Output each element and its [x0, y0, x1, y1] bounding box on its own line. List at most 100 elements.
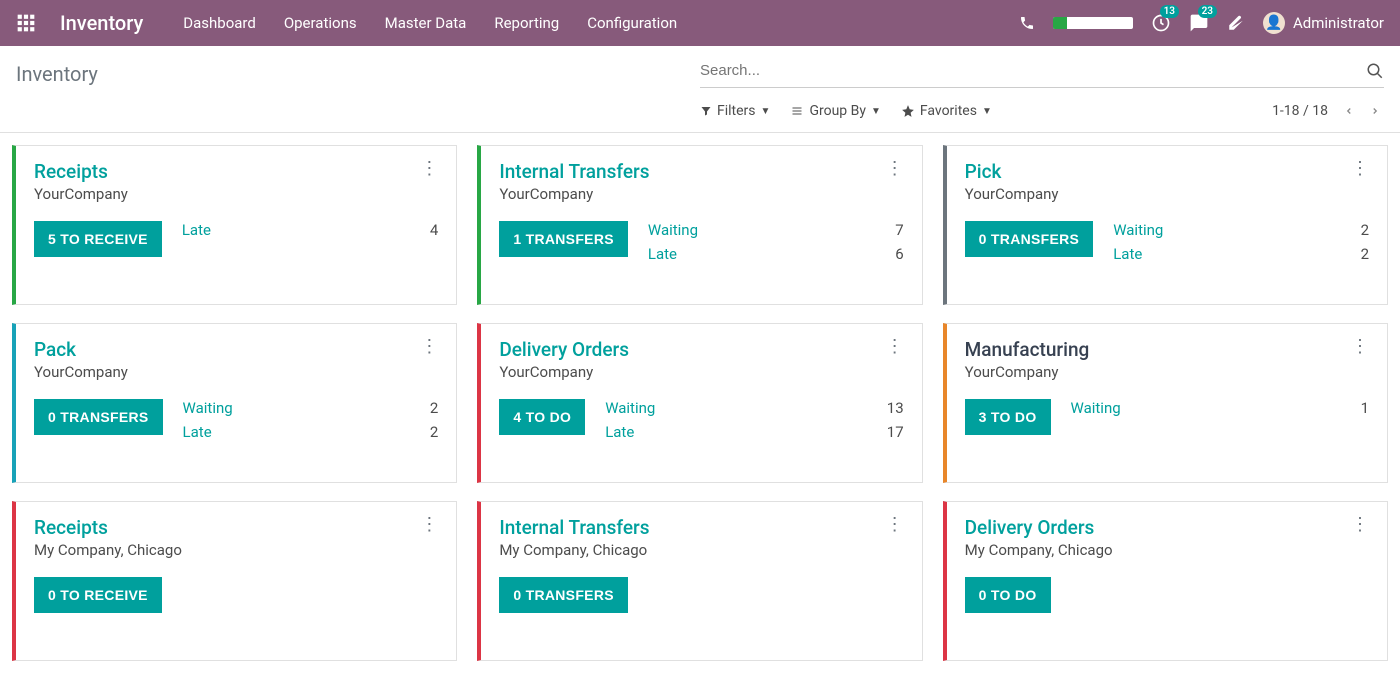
nav-item[interactable]: Reporting	[494, 14, 559, 32]
search-input[interactable]	[700, 56, 1366, 85]
kanban-card: Delivery Orders My Company, Chicago ⋮ 0 TO …	[943, 501, 1388, 661]
avatar-icon: 👤	[1263, 12, 1285, 34]
kanban-card: Pack YourCompany ⋮ 0 TRANSFERS Waiting2 Late2	[12, 323, 457, 483]
stat-value: 17	[880, 423, 904, 441]
kebab-icon[interactable]: ⋮	[1351, 160, 1369, 178]
card-company: YourCompany	[965, 363, 1090, 381]
activity-icon[interactable]: 13	[1151, 13, 1171, 33]
groupby-dropdown[interactable]: Group By ▼	[790, 103, 880, 119]
kebab-icon[interactable]: ⋮	[886, 338, 904, 356]
kebab-icon[interactable]: ⋮	[420, 160, 438, 178]
card-title[interactable]: Pack	[34, 338, 128, 361]
kanban-card: Manufacturing YourCompany ⋮ 3 TO DO Waiting 1	[943, 323, 1388, 483]
pager-next[interactable]	[1366, 100, 1384, 122]
card-action-button[interactable]: 4 TO DO	[499, 399, 585, 435]
stat-value: 2	[1345, 245, 1369, 263]
stat-value: 2	[1345, 221, 1369, 239]
card-title[interactable]: Delivery Orders	[965, 516, 1113, 539]
nav-item[interactable]: Dashboard	[183, 14, 256, 32]
card-action-button[interactable]: 1 TRANSFERS	[499, 221, 628, 257]
stat-label: Late	[648, 245, 677, 263]
card-title[interactable]: Delivery Orders	[499, 338, 629, 361]
filters-dropdown[interactable]: Filters ▼	[700, 103, 770, 119]
card-company: My Company, Chicago	[499, 541, 649, 559]
app-brand: Inventory	[60, 11, 143, 35]
card-stat-row[interactable]: Waiting 1	[1071, 399, 1369, 417]
list-icon	[790, 105, 804, 117]
card-stat-row[interactable]: Late 6	[648, 245, 904, 263]
card-stat-row[interactable]: Late2	[1113, 245, 1369, 263]
chevron-down-icon: ▼	[982, 106, 992, 117]
card-company: YourCompany	[499, 185, 649, 203]
card-action-button[interactable]: 0 TO DO	[965, 577, 1051, 613]
card-stat-row[interactable]: Waiting2	[183, 399, 439, 417]
card-company: My Company, Chicago	[34, 541, 182, 559]
card-company: YourCompany	[34, 363, 128, 381]
breadcrumb: Inventory	[16, 56, 98, 86]
progress-bar[interactable]	[1053, 17, 1133, 29]
user-menu[interactable]: 👤 Administrator	[1263, 12, 1384, 34]
card-stat-row[interactable]: Waiting 2	[1113, 221, 1369, 239]
kanban-card: Delivery OrdersYourCompany⋮4 TO DOWaitin…	[477, 323, 922, 483]
stat-label: Waiting	[1071, 399, 1121, 417]
star-icon	[901, 104, 915, 118]
card-action-button[interactable]: 0 TO RECEIVE	[34, 577, 162, 613]
kanban-card: Receipts My Company, Chicago ⋮ 0 TO RECEIVE	[12, 501, 457, 661]
chevron-down-icon: ▼	[761, 106, 771, 117]
card-title[interactable]: Receipts	[34, 516, 182, 539]
card-title[interactable]: Internal Transfers	[499, 516, 649, 539]
kebab-icon[interactable]: ⋮	[1351, 516, 1369, 534]
kebab-icon[interactable]: ⋮	[886, 516, 904, 534]
card-stat-row[interactable]: Late 4	[182, 221, 439, 239]
apps-icon[interactable]	[16, 13, 36, 33]
card-stat-row[interactable]: Waiting7	[648, 221, 904, 239]
stat-value: 4	[414, 221, 438, 239]
stat-value: 1	[1345, 399, 1369, 417]
card-title[interactable]: Internal Transfers	[499, 160, 649, 183]
nav-item[interactable]: Operations	[284, 14, 357, 32]
card-action-button[interactable]: 5 TO RECEIVE	[34, 221, 162, 257]
kanban-card: Internal Transfers My Company, Chicago ⋮ 0 …	[477, 501, 922, 661]
card-company: YourCompany	[965, 185, 1059, 203]
stat-label: Late	[182, 221, 211, 239]
stat-label: Waiting	[605, 399, 655, 417]
control-panel: Inventory Filters ▼ Group By ▼ Favorites	[0, 46, 1400, 133]
card-title[interactable]: Pick	[965, 160, 1059, 183]
phone-icon[interactable]	[1019, 15, 1035, 31]
main-nav: Dashboard Operations Master Data Reporting C…	[183, 14, 677, 32]
nav-item[interactable]: Master Data	[385, 14, 467, 32]
chevron-down-icon: ▼	[871, 106, 881, 117]
kanban-board: Receipts YourCompany ⋮ 5 TO RECEIVE Late 4 Int…	[0, 133, 1400, 673]
stat-value: 13	[880, 399, 904, 417]
stat-label: Late	[183, 423, 212, 441]
card-action-button[interactable]: 0 TRANSFERS	[34, 399, 163, 435]
stat-label: Waiting	[1113, 221, 1163, 239]
card-title: Manufacturing	[965, 338, 1090, 361]
favorites-dropdown[interactable]: Favorites ▼	[901, 103, 992, 119]
card-stat-row[interactable]: Late 17	[605, 423, 903, 441]
stat-label: Late	[605, 423, 634, 441]
kebab-icon[interactable]: ⋮	[420, 338, 438, 356]
stat-label: Waiting	[183, 399, 233, 417]
card-action-button[interactable]: 0 TRANSFERS	[499, 577, 628, 613]
user-name: Administrator	[1293, 14, 1384, 32]
kebab-icon[interactable]: ⋮	[1351, 338, 1369, 356]
card-company: My Company, Chicago	[965, 541, 1113, 559]
kanban-card: Receipts YourCompany ⋮ 5 TO RECEIVE Late 4	[12, 145, 457, 305]
kebab-icon[interactable]: ⋮	[420, 516, 438, 534]
pager-prev[interactable]	[1340, 100, 1358, 122]
nav-item[interactable]: Configuration	[587, 14, 677, 32]
stat-value: 6	[880, 245, 904, 263]
card-action-button[interactable]: 0 TRANSFERS	[965, 221, 1094, 257]
tools-icon[interactable]	[1227, 14, 1245, 32]
pager-text[interactable]: 1-18 / 18	[1272, 103, 1328, 119]
chat-icon[interactable]: 23	[1189, 13, 1209, 33]
card-stat-row[interactable]: Waiting 13	[605, 399, 903, 417]
kebab-icon[interactable]: ⋮	[886, 160, 904, 178]
card-company: YourCompany	[34, 185, 128, 203]
search-icon[interactable]	[1366, 62, 1384, 80]
card-stat-row[interactable]: Late2	[183, 423, 439, 441]
card-title[interactable]: Receipts	[34, 160, 128, 183]
card-action-button[interactable]: 3 TO DO	[965, 399, 1051, 435]
search-bar	[700, 56, 1384, 88]
